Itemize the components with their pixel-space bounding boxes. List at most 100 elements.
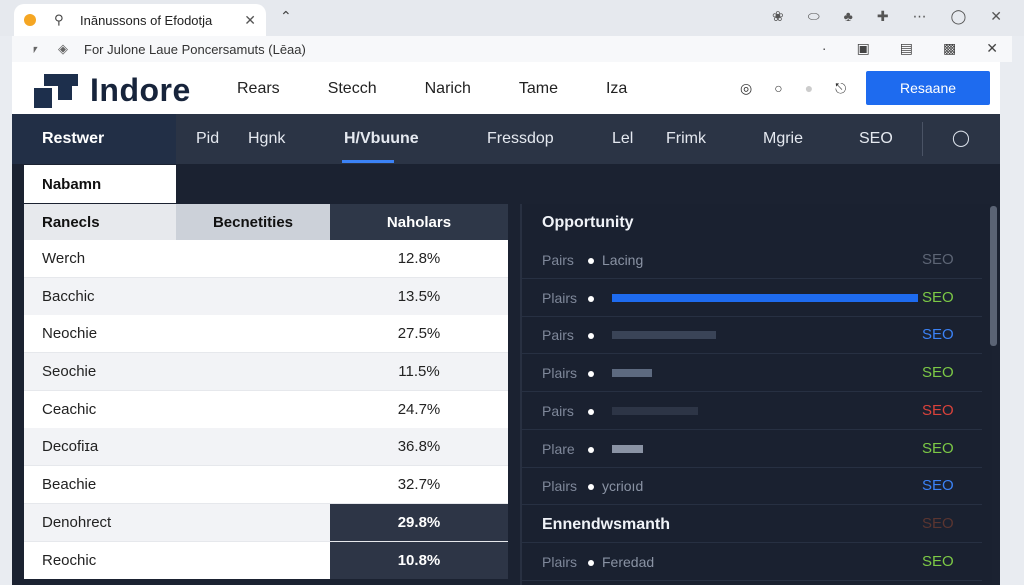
row-text: Lacing: [602, 252, 644, 268]
row-empty-cell: [176, 503, 330, 541]
browser-tab[interactable]: ⚲ Inānussons of Efodotja ✕: [14, 4, 266, 36]
row-value: 27.5%: [330, 315, 508, 353]
table-row[interactable]: Bacchic 13.5%: [24, 277, 508, 316]
secnav-item[interactable]: Hgnk: [248, 130, 285, 148]
drop-icon[interactable]: ◯: [951, 8, 967, 25]
row-name: Werch: [24, 240, 176, 277]
seo-badge[interactable]: SEO: [922, 440, 954, 457]
bullet-icon: [588, 295, 594, 302]
share-icon[interactable]: ⎋: [835, 80, 846, 97]
seo-badge[interactable]: SEO: [922, 402, 954, 419]
screenshot-icon[interactable]: ▣: [857, 40, 870, 57]
row-value: 24.7%: [330, 390, 508, 428]
opportunity-row[interactable]: Plare SEO: [522, 431, 982, 468]
table-row[interactable]: Seochie 11.5%: [24, 353, 508, 391]
secondary-nav-home[interactable]: Restwer: [12, 114, 176, 164]
close-tab-icon[interactable]: ✕: [244, 12, 256, 29]
seo-badge[interactable]: SEO: [922, 326, 954, 343]
site-icon: ◈: [58, 41, 68, 56]
table-row[interactable]: Werch 12.8%: [24, 240, 508, 278]
more-icon[interactable]: ⋯: [913, 8, 927, 25]
bullet-icon: [588, 484, 594, 491]
extension-3-icon[interactable]: ♣: [844, 8, 853, 25]
search-icon: ⚲: [54, 12, 64, 27]
notification-icon[interactable]: ◎: [740, 80, 752, 97]
dot-icon[interactable]: ·: [822, 40, 827, 57]
progress-bar: [612, 406, 698, 415]
opportunity-row[interactable]: Plairs Feredad SEO: [522, 544, 982, 581]
close-icon[interactable]: ✕: [986, 40, 998, 57]
table-row[interactable]: Beachie 32.7%: [24, 466, 508, 504]
seo-badge[interactable]: SEO: [922, 477, 954, 494]
extension-1-icon[interactable]: ❀: [772, 8, 784, 25]
logo[interactable]: Indore: [34, 72, 191, 109]
status-icon[interactable]: ○: [774, 80, 782, 97]
window-close-icon[interactable]: ✕: [990, 8, 1002, 25]
table-row[interactable]: Reochic 10.8%: [24, 541, 508, 580]
row-empty-cell: [176, 240, 330, 277]
app-header: Indore Rears Stecch Narich Tame Iza ◎ ○ …: [12, 62, 1000, 114]
panel-title: Opportunity: [542, 214, 634, 231]
cta-button[interactable]: Resaane: [866, 71, 990, 105]
browser-tabbar: ⚲ Inānussons of Efodotja ✕ ⌃ ❀ ⬭ ♣ ✚ ⋯ ◯…: [0, 0, 1024, 36]
table-row[interactable]: Decofiɪa 36.8%: [24, 428, 508, 467]
nav-item[interactable]: Tame: [519, 80, 558, 98]
secnav-item[interactable]: Pid: [196, 130, 219, 148]
opportunity-row[interactable]: Plairs ycrioıd SEO: [522, 468, 982, 506]
workspace: Restwer Pid Hgnk H/Vbuune Fressdop Lel F…: [12, 114, 1000, 585]
plus-icon[interactable]: ✚: [877, 8, 889, 25]
nav-item[interactable]: Stecch: [328, 80, 377, 98]
row-value: 36.8%: [330, 428, 508, 466]
row-empty-cell: [176, 315, 330, 353]
nav-item[interactable]: Narich: [425, 80, 471, 98]
table-row[interactable]: Denohrect 29.8%: [24, 503, 508, 542]
header-icons: ◎ ○ ● ⎋: [740, 80, 846, 97]
row-empty-cell: [176, 466, 330, 504]
row-value: 13.5%: [330, 277, 508, 315]
lock-icon: ⎖: [30, 41, 41, 56]
secondary-nav: Restwer Pid Hgnk H/Vbuune Fressdop Lel F…: [12, 114, 1000, 164]
seo-badge[interactable]: SEO: [922, 251, 954, 268]
row-name: Decofiɪa: [24, 428, 176, 466]
logo-text: Indore: [90, 72, 191, 108]
opportunity-row[interactable]: Pairs SEO: [522, 317, 982, 355]
secnav-item[interactable]: Lel: [612, 130, 633, 148]
seo-badge[interactable]: SEO: [922, 289, 954, 306]
seo-badge[interactable]: SEO: [922, 553, 954, 570]
secnav-item-active[interactable]: H/Vbuune: [344, 130, 419, 148]
chevron-up-icon[interactable]: ⌃: [280, 8, 292, 25]
split-view-icon[interactable]: ▩: [943, 40, 956, 57]
dot-icon[interactable]: ●: [805, 80, 813, 97]
row-value: 10.8%: [330, 541, 508, 579]
section-title: Ennendwsmanth: [542, 516, 671, 533]
extension-2-icon[interactable]: ⬭: [808, 8, 820, 25]
secnav-item[interactable]: Frimk: [666, 130, 706, 148]
opportunity-panel: Opportunity Pairs Lacing SEO Plairs SEO Pairs…: [520, 204, 992, 585]
table-row[interactable]: Ceachic 24.7%: [24, 390, 508, 429]
opportunity-row[interactable]: Pairs Lacing SEO: [522, 242, 982, 279]
seo-badge[interactable]: SEO: [922, 364, 954, 381]
nav-item[interactable]: Iza: [606, 80, 627, 98]
column-header[interactable]: Becnetities: [176, 204, 330, 240]
seo-badge[interactable]: SEO: [922, 515, 954, 532]
row-value: 32.7%: [330, 466, 508, 504]
opportunity-row[interactable]: Plairs SEO: [522, 280, 982, 317]
bullet-icon: [588, 371, 594, 378]
scrollbar[interactable]: [990, 206, 997, 346]
opportunity-row[interactable]: Plairs SEO: [522, 355, 982, 393]
bullet-icon: [588, 446, 594, 453]
opportunity-row[interactable]: Pairs SEO: [522, 393, 982, 430]
top-nav: Rears Stecch Narich Tame Iza: [237, 80, 675, 98]
secnav-item[interactable]: Fressdop: [487, 130, 554, 148]
nav-item[interactable]: Rears: [237, 80, 280, 98]
lightbulb-icon[interactable]: ◯: [952, 128, 970, 148]
row-name: Seochie: [24, 353, 176, 391]
row-value: 11.5%: [330, 353, 508, 391]
column-header[interactable]: Naholars: [330, 204, 508, 240]
table-row[interactable]: Neochie 27.5%: [24, 315, 508, 354]
subtab[interactable]: Nabamn: [24, 165, 176, 203]
save-icon[interactable]: ▤: [900, 40, 913, 57]
column-header[interactable]: Ranecls: [24, 204, 176, 240]
secnav-item[interactable]: SEO: [859, 130, 893, 148]
secnav-item[interactable]: Mgrie: [763, 130, 803, 148]
